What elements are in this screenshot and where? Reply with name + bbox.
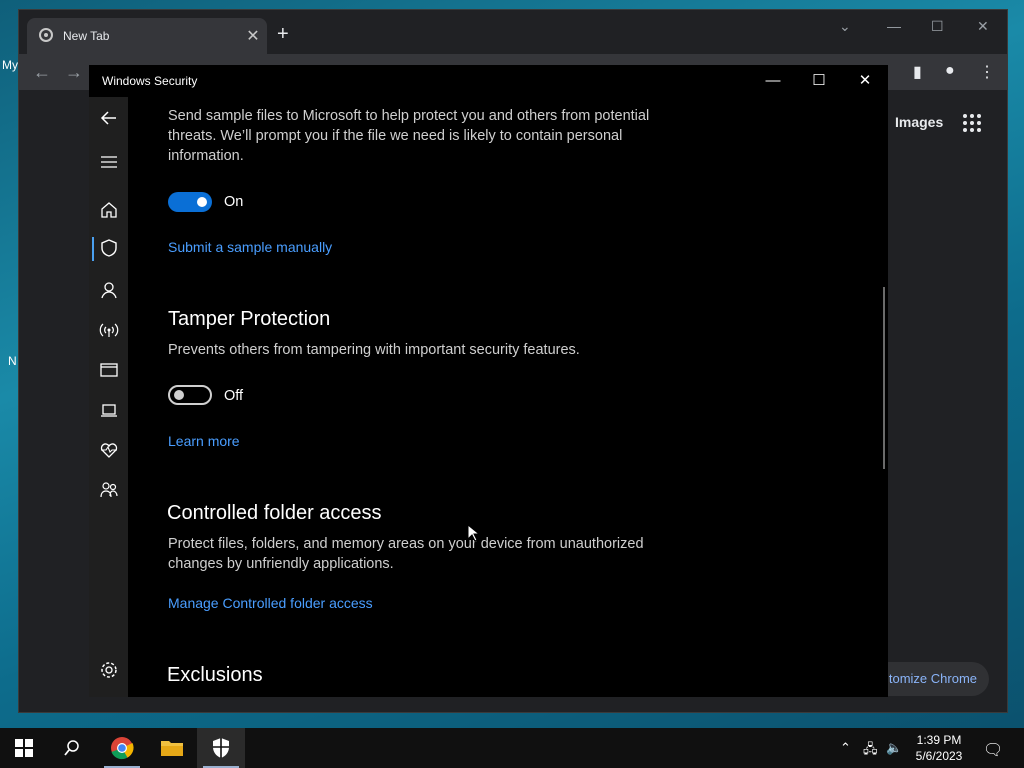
desktop-icon-label[interactable]: My [2,58,18,72]
tab-new-tab[interactable]: New Tab ✕ [27,18,267,54]
chrome-favicon-icon [39,28,53,42]
chrome-taskbar-button[interactable] [98,728,146,768]
sample-toggle-state-label: On [224,194,244,210]
chrome-maximize-icon[interactable]: ☐ [931,18,944,35]
taskbar: ⌃ 🖧 🔈 1:39 PM 5/6/2023 🗨 [0,728,1024,768]
google-apps-icon[interactable] [963,114,981,132]
laptop-icon[interactable] [98,399,120,421]
learn-more-link[interactable]: Learn more [168,433,240,449]
clock-date: 5/6/2023 [915,749,963,763]
maximize-button[interactable]: ☐ [796,65,842,97]
vertical-scrollbar[interactable] [883,287,885,469]
windows-security-window: Windows Security — ☐ ✕ Send sample files… [89,65,888,697]
network-icon[interactable]: 🖧 [863,740,878,762]
home-icon[interactable] [98,199,120,221]
chrome-close-icon[interactable]: ✕ [977,18,989,35]
start-button[interactable] [0,728,48,768]
chrome-minimize-icon[interactable]: — [887,18,901,34]
hamburger-menu-icon[interactable] [98,151,120,173]
tamper-toggle-state-label: Off [224,388,244,404]
sample-submission-toggle[interactable] [168,192,212,212]
tab-strip: New Tab ✕ + ⌄ — ☐ ✕ [19,10,1007,54]
controlled-folder-access-description: Protect files, folders, and memory areas… [168,536,644,572]
toggle-knob [197,197,207,207]
gear-icon[interactable] [98,659,120,681]
system-clock[interactable]: 1:39 PM 5/6/2023 [910,732,968,764]
controlled-folder-access-heading: Controlled folder access [167,502,382,524]
side-panel-icon[interactable]: ▮ [913,62,922,82]
back-arrow-icon[interactable]: ← [33,62,51,83]
tab-title: New Tab [63,29,110,43]
settings-content: Send sample files to Microsoft to help p… [128,97,888,697]
show-hidden-icons-chevron-icon[interactable]: ⌃ [840,740,851,756]
desktop-icon-label[interactable]: N [8,354,17,368]
window-title: Windows Security [102,74,198,88]
new-tab-button[interactable]: + [277,24,289,44]
images-link[interactable]: Images [895,114,943,130]
tab-search-chevron-icon[interactable]: ⌄ [839,18,851,35]
title-bar: Windows Security — ☐ ✕ [89,65,888,97]
heart-health-icon[interactable] [98,439,120,461]
forward-arrow-icon[interactable]: → [65,62,83,83]
toggle-knob [174,390,184,400]
shield-icon [213,738,229,758]
search-button[interactable] [48,728,96,768]
folder-icon [161,741,183,756]
more-menu-icon[interactable]: ⋮ [979,62,995,82]
browser-window-icon[interactable] [98,359,120,381]
person-icon[interactable] [98,279,120,301]
tamper-protection-toggle[interactable] [168,385,212,405]
tamper-protection-heading: Tamper Protection [168,308,331,330]
chrome-icon [111,737,134,760]
windows-logo-icon [15,739,33,757]
exclusions-heading: Exclusions [167,664,263,686]
sample-submission-description: Send sample files to Microsoft to help p… [168,108,650,164]
profile-icon[interactable]: ● [945,62,955,80]
tab-close-icon[interactable]: ✕ [243,26,263,46]
minimize-button[interactable]: — [750,65,796,97]
shield-icon[interactable] [98,237,120,259]
manage-controlled-folder-access-link[interactable]: Manage Controlled folder access [168,595,373,611]
submit-sample-link[interactable]: Submit a sample manually [168,239,332,255]
wireless-icon[interactable] [98,319,120,341]
file-explorer-button[interactable] [148,728,196,768]
back-arrow-icon[interactable] [98,107,120,129]
volume-icon[interactable]: 🔈 [886,740,902,756]
tamper-protection-description: Prevents others from tampering with impo… [168,342,580,358]
family-icon[interactable] [98,479,120,501]
mouse-cursor-icon [467,524,479,542]
sidebar [89,97,128,697]
search-icon [64,740,79,756]
clock-time: 1:39 PM [916,733,962,747]
close-button[interactable]: ✕ [842,65,888,97]
active-indicator [92,237,94,261]
windows-security-taskbar-button[interactable] [197,728,245,768]
notifications-icon[interactable]: 🗨 [983,740,1003,760]
